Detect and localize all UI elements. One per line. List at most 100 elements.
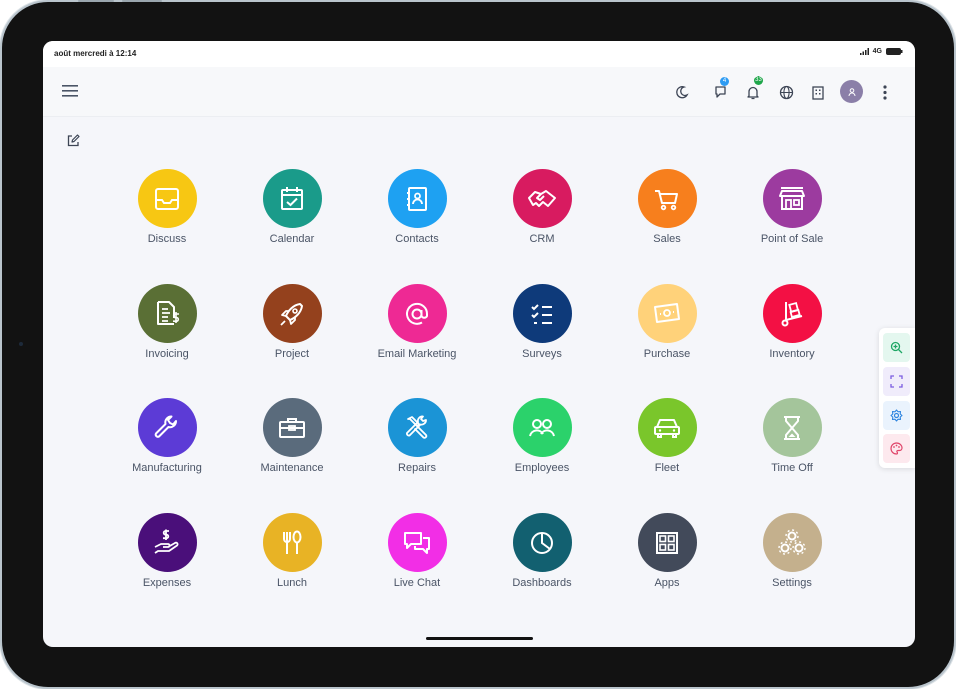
app-tile-contacts[interactable]: Contacts — [357, 169, 477, 259]
app-icon-circle — [137, 169, 197, 228]
app-tile-employees[interactable]: Employees — [482, 398, 602, 488]
app-label: Expenses — [142, 577, 192, 589]
messages-button[interactable]: 4 — [711, 77, 731, 102]
app-label: Surveys — [522, 348, 562, 360]
language-button[interactable] — [776, 82, 796, 102]
app-tile-discuss[interactable]: Discuss — [107, 169, 227, 259]
app-icon-circle — [387, 513, 447, 572]
app-tile-purchase[interactable]: Purchase — [607, 284, 727, 374]
app-tile-surveys[interactable]: Surveys — [482, 284, 602, 374]
app-icon-circle — [262, 398, 322, 457]
edit-icon — [67, 133, 80, 146]
fullscreen-button[interactable] — [883, 367, 910, 396]
app-icon-circle — [637, 513, 697, 572]
company-switcher[interactable] — [808, 82, 828, 102]
app-tile-email-marketing[interactable]: Email Marketing — [357, 284, 477, 374]
edit-home-button[interactable] — [65, 132, 81, 148]
app-label: Project — [274, 348, 310, 360]
menu-button[interactable] — [60, 81, 80, 101]
kebab-icon — [883, 84, 887, 100]
invoice-icon — [157, 300, 180, 325]
app-label: Lunch — [277, 577, 307, 589]
rocket-icon — [280, 302, 303, 326]
app-label: Point of Sale — [760, 233, 824, 245]
app-tile-inventory[interactable]: Inventory — [732, 284, 852, 374]
device-power-button — [122, 0, 162, 2]
zoom-in-button[interactable] — [883, 333, 910, 362]
app-tile-calendar[interactable]: Calendar — [232, 169, 352, 259]
app-label: Contacts — [395, 233, 439, 245]
app-label: CRM — [529, 233, 555, 245]
app-icon-circle — [262, 169, 322, 228]
status-bar: août mercredi à 12:14 4G — [43, 41, 915, 67]
wrench-icon — [154, 415, 177, 438]
shopping-cart-icon — [655, 189, 678, 210]
top-navbar: 4 33 — [43, 67, 915, 117]
app-label: Calendar — [269, 233, 315, 245]
app-icon-circle — [762, 169, 822, 228]
app-icon-circle — [512, 284, 572, 343]
user-avatar[interactable] — [840, 80, 863, 103]
activities-button[interactable]: 33 — [743, 76, 763, 102]
front-camera — [19, 342, 23, 346]
app-icon-circle — [387, 169, 447, 228]
battery-icon — [886, 48, 903, 55]
handshake-icon — [528, 189, 556, 207]
settings-shortcut-button[interactable] — [883, 401, 910, 430]
dark-mode-toggle[interactable] — [672, 82, 692, 102]
chat-bubbles-icon — [404, 531, 430, 554]
app-tile-point-of-sale[interactable]: Point of Sale — [732, 169, 852, 259]
app-tile-sales[interactable]: Sales — [607, 169, 727, 259]
app-tile-maintenance[interactable]: Maintenance — [232, 398, 352, 488]
fork-spoon-icon — [283, 530, 302, 554]
signal-icon — [859, 48, 869, 55]
checklist-icon — [531, 303, 552, 324]
app-tile-dashboards[interactable]: Dashboards — [482, 513, 602, 603]
app-tile-fleet[interactable]: Fleet — [607, 398, 727, 488]
app-tile-expenses[interactable]: Expenses — [107, 513, 227, 603]
more-options-button[interactable] — [877, 82, 893, 102]
palette-icon — [890, 442, 903, 455]
app-tile-project[interactable]: Project — [232, 284, 352, 374]
app-tile-repairs[interactable]: Repairs — [357, 398, 477, 488]
theme-button[interactable] — [883, 434, 910, 463]
app-icon-circle — [762, 284, 822, 343]
app-label: Manufacturing — [132, 462, 202, 474]
app-label: Purchase — [643, 348, 691, 360]
app-tile-apps[interactable]: Apps — [607, 513, 727, 603]
network-type: 4G — [872, 48, 882, 55]
globe-icon — [779, 85, 793, 99]
app-icon-circle — [137, 284, 197, 343]
app-icon-circle — [512, 513, 572, 572]
app-icon-circle — [512, 169, 572, 228]
app-tile-live-chat[interactable]: Live Chat — [357, 513, 477, 603]
app-tile-invoicing[interactable]: Invoicing — [107, 284, 227, 374]
zoom-in-icon — [890, 341, 903, 354]
car-icon — [654, 418, 680, 438]
app-icon-circle — [137, 398, 197, 457]
hourglass-icon — [784, 415, 800, 440]
app-tile-settings[interactable]: Settings — [732, 513, 852, 603]
app-label: Discuss — [147, 233, 187, 245]
app-icon-circle — [762, 398, 822, 457]
screen: août mercredi à 12:14 4G 4 33 Discuss Ca… — [43, 41, 915, 647]
money-hand-icon — [154, 529, 179, 554]
moon-icon — [676, 86, 689, 99]
app-label: Repairs — [398, 462, 436, 474]
app-tile-lunch[interactable]: Lunch — [232, 513, 352, 603]
at-sign-icon — [406, 302, 429, 325]
app-icon-circle — [262, 513, 322, 572]
chat-icon — [714, 86, 726, 98]
app-label: Apps — [654, 577, 680, 589]
status-time: août mercredi à 12:14 — [54, 49, 137, 58]
activities-badge: 33 — [754, 76, 763, 85]
gears-icon — [778, 528, 806, 555]
user-icon — [848, 87, 855, 96]
app-tile-crm[interactable]: CRM — [482, 169, 602, 259]
app-label: Email Marketing — [377, 348, 457, 360]
app-tile-manufacturing[interactable]: Manufacturing — [107, 398, 227, 488]
messages-badge: 4 — [720, 77, 729, 86]
app-tile-time-off[interactable]: Time Off — [732, 398, 852, 488]
app-icon-circle — [512, 398, 572, 457]
app-icon-circle — [387, 284, 447, 343]
